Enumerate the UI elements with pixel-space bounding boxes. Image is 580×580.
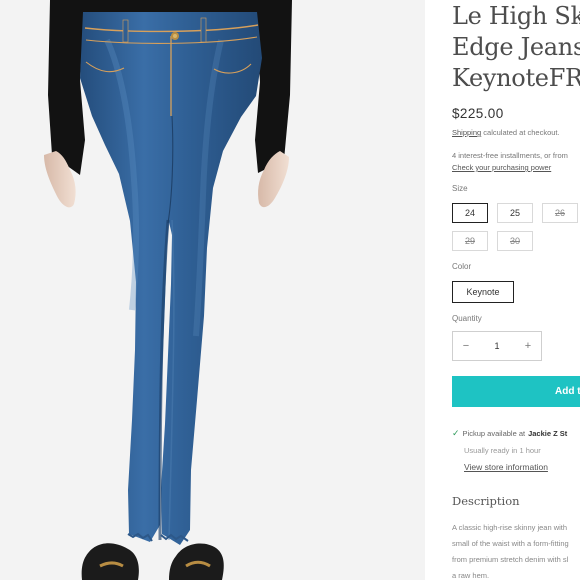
color-label: Color (452, 262, 472, 271)
size-option-label: 26 (554, 208, 565, 218)
plus-icon[interactable]: + (515, 332, 541, 360)
jeans-model-illustration (0, 0, 425, 580)
pickup-availability: ✓ Pickup available at Jackie Z St (452, 428, 568, 439)
add-to-cart-button[interactable]: Add t (452, 376, 580, 407)
shipping-note: Shipping calculated at checkout. (452, 128, 560, 137)
size-option-30[interactable]: 30 (497, 231, 533, 251)
quantity-value[interactable]: 1 (479, 341, 515, 351)
size-option-25[interactable]: 25 (497, 203, 533, 223)
size-option-label: 30 (509, 236, 520, 246)
size-option-29[interactable]: 29 (452, 231, 488, 251)
size-label: Size (452, 184, 468, 193)
product-details-panel: Le High Sk Edge Jeans KeynoteFR $225.00 … (430, 0, 580, 580)
pickup-store-name: Jackie Z St (528, 429, 568, 438)
view-store-information-link[interactable]: View store information (464, 462, 548, 472)
color-option-keynote[interactable]: Keynote (452, 281, 514, 303)
size-option-26[interactable]: 26 (542, 203, 578, 223)
color-option-label: Keynote (466, 287, 500, 297)
pickup-ready-note: Usually ready in 1 hour (464, 446, 541, 455)
check-icon: ✓ (452, 428, 460, 438)
size-option-24[interactable]: 24 (452, 203, 488, 223)
description-text: A classic high-rise skinny jean with sma… (452, 523, 569, 580)
product-title: Le High Sk Edge Jeans KeynoteFR (452, 2, 580, 92)
product-price: $225.00 (452, 106, 504, 121)
pickup-prefix: Pickup available at (462, 429, 526, 438)
product-image (0, 0, 425, 580)
size-option-label: 29 (464, 236, 475, 246)
description-heading: Description (452, 494, 520, 508)
size-option-label: 24 (464, 208, 475, 218)
quantity-stepper: − 1 + (452, 331, 542, 361)
product-page: Le High Sk Edge Jeans KeynoteFR $225.00 … (0, 0, 580, 580)
shipping-rest-text: calculated at checkout. (481, 128, 560, 137)
installments-text: 4 interest-free installments, or from (452, 151, 568, 160)
minus-icon[interactable]: − (453, 332, 479, 360)
purchasing-power-link[interactable]: Check your purchasing power (452, 163, 551, 172)
size-option-label: 25 (509, 208, 520, 218)
shipping-link[interactable]: Shipping (452, 128, 481, 137)
quantity-label: Quantity (452, 314, 482, 323)
